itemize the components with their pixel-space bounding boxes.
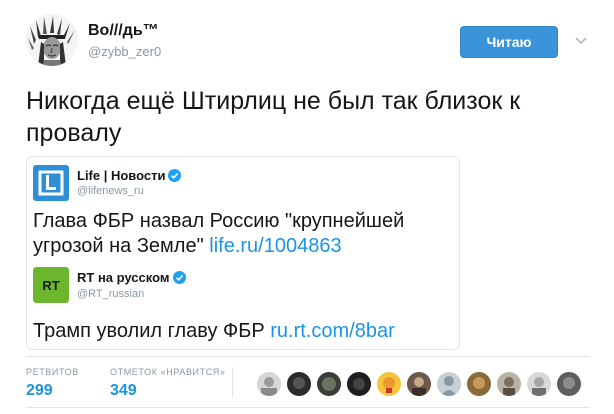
user-photo-icon xyxy=(527,372,551,396)
liker-avatar[interactable] xyxy=(286,371,312,397)
tweet-stats: РЕТВИТОВ 299 ОТМЕТОК «НРАВИТСЯ» 349 xyxy=(26,356,590,408)
stats-divider xyxy=(232,367,233,397)
user-photo-icon xyxy=(497,372,521,396)
default-user-icon xyxy=(437,372,461,396)
user-photo-icon xyxy=(317,372,341,396)
life-avatar[interactable] xyxy=(33,165,69,201)
user-photo-icon xyxy=(407,372,431,396)
user-photo-icon xyxy=(557,372,581,396)
liker-avatar[interactable] xyxy=(406,371,432,397)
retweets-count[interactable]: 299 xyxy=(26,382,53,400)
life-name-text: Life | Новости xyxy=(77,168,166,183)
rt-name[interactable]: RT на русском xyxy=(77,270,186,285)
life-name[interactable]: Life | Новости xyxy=(77,168,182,183)
tweet-text: Никогда ещё Штирлиц не был так близок к … xyxy=(26,87,521,147)
user-photo-icon xyxy=(287,372,311,396)
rt-quote-text: Трамп уволил главу ФБР ru.rt.com/8bar xyxy=(33,319,453,344)
likes-label[interactable]: ОТМЕТОК «НРАВИТСЯ» xyxy=(110,367,226,377)
native-chief-portrait-icon xyxy=(26,14,78,66)
liker-avatar[interactable] xyxy=(526,371,552,397)
retweets-label[interactable]: РЕТВИТОВ xyxy=(26,367,79,377)
follow-button[interactable]: Читаю xyxy=(460,26,558,58)
liker-avatars xyxy=(256,371,582,397)
rt-logo-icon: RT xyxy=(33,267,69,303)
quoted-tweets[interactable]: Life | Новости @lifenews_ru Глава ФБР на… xyxy=(26,156,460,350)
rt-link[interactable]: ru.rt.com/8bar xyxy=(270,320,394,342)
chevron-down-icon xyxy=(575,37,587,45)
rt-avatar[interactable]: RT xyxy=(33,267,69,303)
author-display-name[interactable]: Во///дь™ xyxy=(88,22,159,40)
svg-text:RT: RT xyxy=(42,278,59,293)
liker-avatar[interactable] xyxy=(376,371,402,397)
likes-count[interactable]: 349 xyxy=(110,382,137,400)
life-quote-text: Глава ФБР назвал Россию "крупнейшей угро… xyxy=(33,209,453,259)
liker-avatar[interactable] xyxy=(436,371,462,397)
user-photo-icon xyxy=(467,372,491,396)
rt-handle[interactable]: @RT_russian xyxy=(77,288,144,300)
liker-avatar[interactable] xyxy=(346,371,372,397)
verified-badge-icon xyxy=(168,169,182,182)
author-username[interactable]: @zybb_zer0 xyxy=(88,44,161,59)
life-logo-icon xyxy=(33,165,69,201)
user-photo-icon xyxy=(257,372,281,396)
liker-avatar[interactable] xyxy=(556,371,582,397)
author-avatar[interactable] xyxy=(26,14,78,66)
rt-quote-body: Трамп уволил главу ФБР xyxy=(33,320,271,342)
liker-avatar[interactable] xyxy=(256,371,282,397)
user-photo-icon xyxy=(347,372,371,396)
user-photo-icon xyxy=(377,372,401,396)
tweet-card: Во///дь™ @zybb_zer0 Читаю Никогда ещё Шт… xyxy=(0,0,614,414)
life-handle[interactable]: @lifenews_ru xyxy=(77,185,144,197)
life-link[interactable]: life.ru/1004863 xyxy=(209,235,341,257)
rt-name-text: RT на русском xyxy=(77,270,170,285)
liker-avatar[interactable] xyxy=(466,371,492,397)
more-options-button[interactable] xyxy=(574,34,588,48)
liker-avatar[interactable] xyxy=(316,371,342,397)
verified-badge-icon xyxy=(172,271,186,284)
liker-avatar[interactable] xyxy=(496,371,522,397)
